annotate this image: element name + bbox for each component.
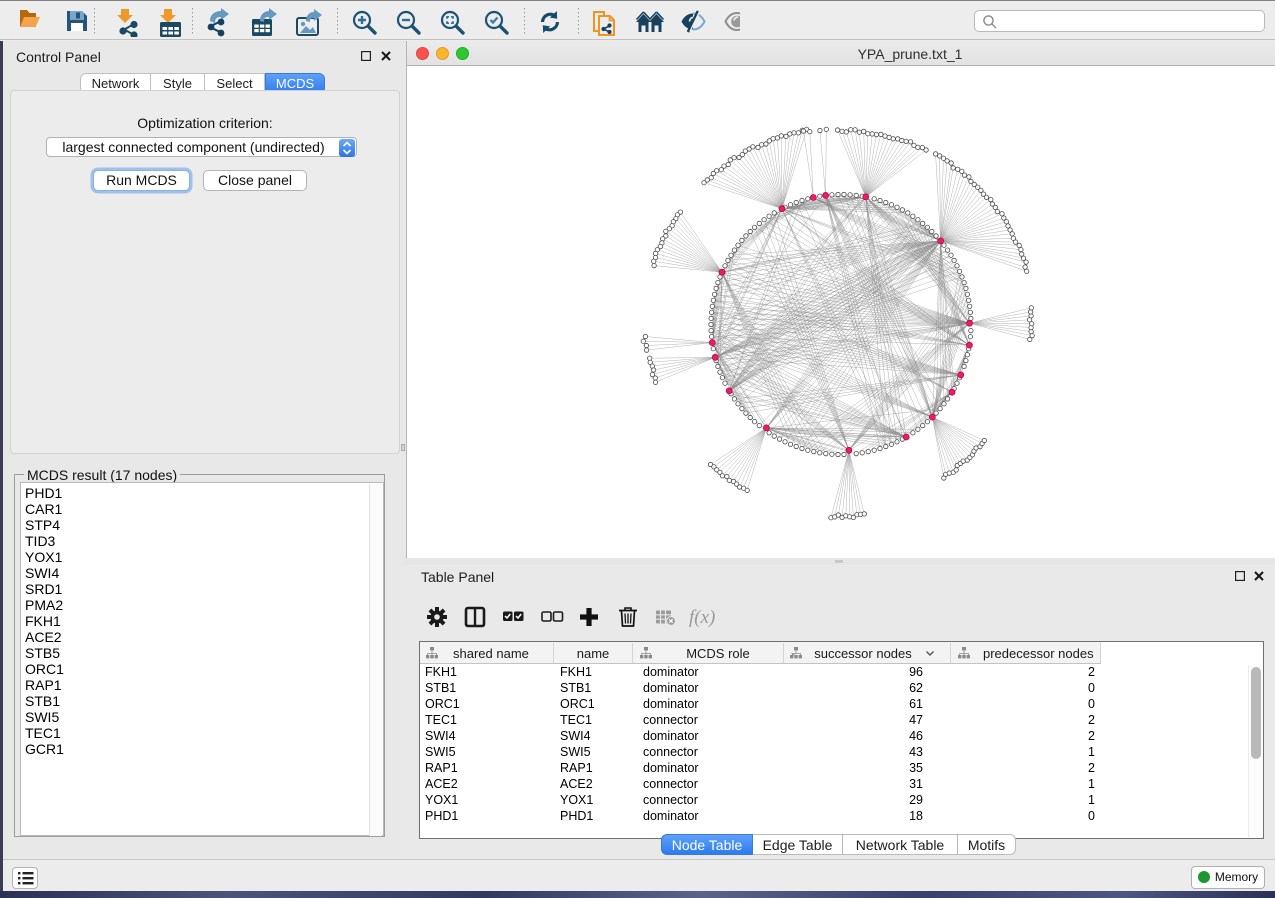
svg-text:f(x): f(x)	[689, 607, 715, 628]
